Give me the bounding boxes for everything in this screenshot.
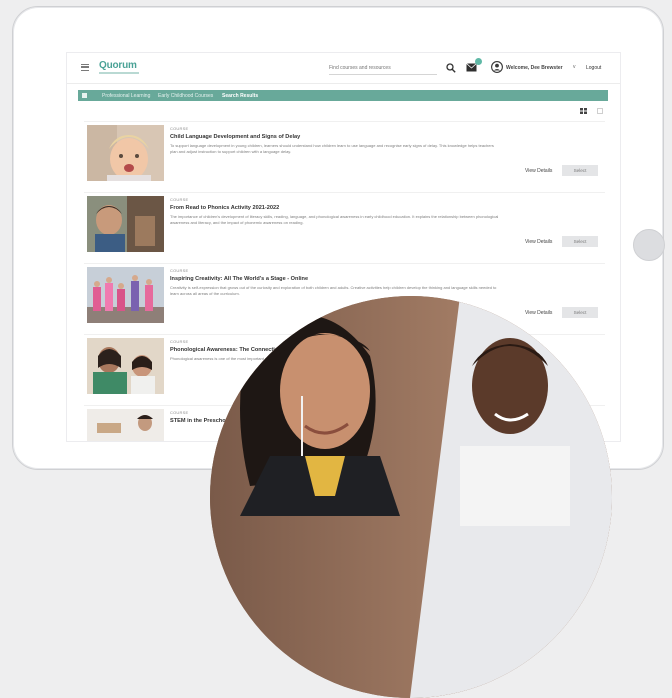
hero-photo-learners [210,296,612,698]
course-description: The importance of children's development… [170,214,499,225]
select-button[interactable]: Select [562,236,598,247]
home-icon[interactable] [82,93,87,98]
search-input[interactable] [329,62,437,75]
course-item[interactable]: COURSE Child Language Development and Si… [84,121,605,189]
logo-tagline-bar [99,72,139,74]
grid-view-icon[interactable] [580,108,587,114]
breadcrumb: Professional Learning Early Childhood Co… [78,90,608,101]
course-thumbnail-boy [87,196,164,252]
course-thumbnail-toddler [87,125,164,181]
course-type: COURSE [170,126,189,131]
course-thumbnail-teacher-child [87,338,164,394]
mail-icon[interactable] [466,63,477,72]
select-button[interactable]: Select [562,307,598,318]
course-title[interactable]: Child Language Development and Signs of … [170,134,300,140]
view-details-link[interactable]: View Details [525,239,552,245]
course-item[interactable]: COURSE From Read to Phonics Activity 202… [84,192,605,260]
course-description: To support language development in young… [170,143,494,154]
course-title[interactable]: From Read to Phonics Activity 2021-2022 [170,205,279,211]
course-type: COURSE [170,410,189,415]
breadcrumb-current: Search Results [222,92,259,99]
breadcrumb-item[interactable]: Professional Learning [102,93,150,99]
course-title[interactable]: Inspiring Creativity: All The World's a … [170,276,308,282]
course-type: COURSE [170,268,189,273]
course-type: COURSE [170,197,189,202]
view-details-link[interactable]: View Details [525,310,552,316]
course-title[interactable]: Phonological Awareness: The Connection [170,347,282,353]
course-thumbnail-stem [87,409,164,441]
tablet-home-button[interactable] [633,229,665,261]
list-view-icon[interactable] [597,108,603,114]
view-details-link[interactable]: View Details [525,168,552,174]
course-type: COURSE [170,339,189,344]
chevron-down-icon[interactable]: v [573,64,576,70]
logout-link[interactable]: Logout [586,65,601,71]
search-icon[interactable] [446,63,456,73]
logo[interactable]: Quorum [99,60,137,71]
menu-icon[interactable] [81,64,89,71]
select-button[interactable]: Select [562,165,598,176]
course-thumbnail-dancers [87,267,164,323]
top-header: Quorum Welcome, Dee Brewster v Logout [67,53,620,84]
user-icon[interactable] [491,61,503,73]
notification-badge [475,58,482,65]
breadcrumb-item[interactable]: Early Childhood Courses [158,93,213,99]
user-name[interactable]: Welcome, Dee Brewster [506,65,563,71]
